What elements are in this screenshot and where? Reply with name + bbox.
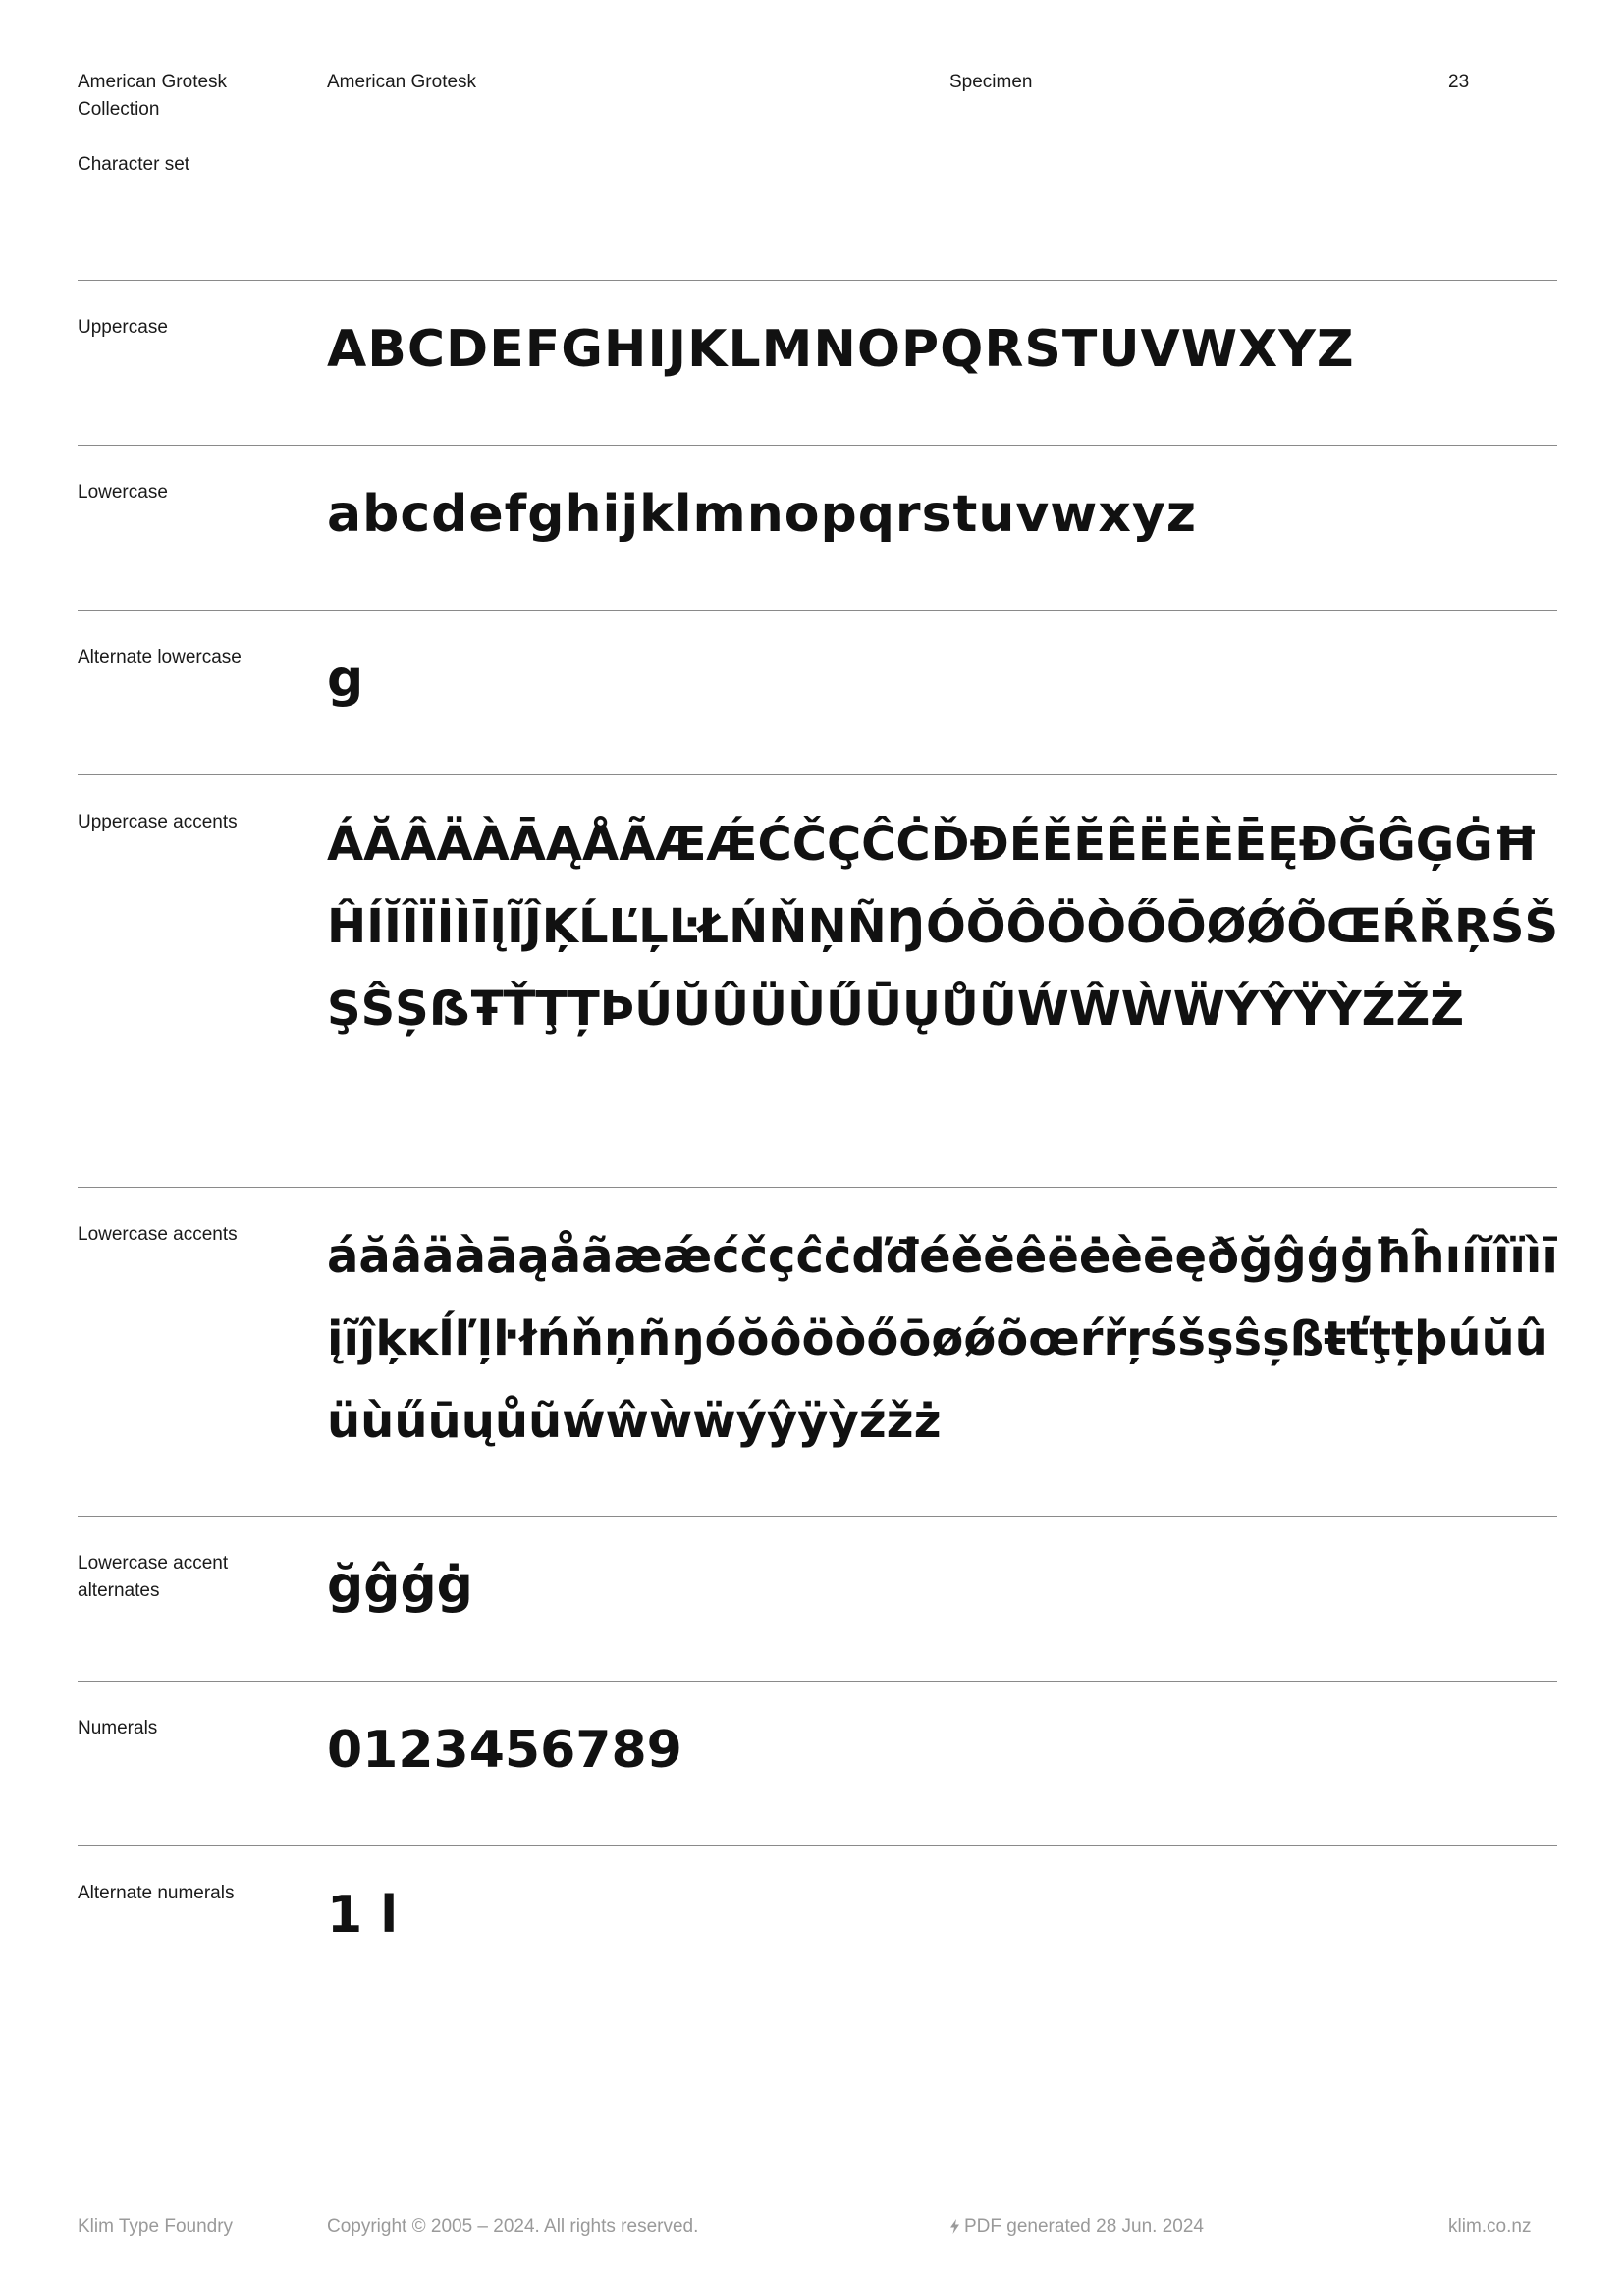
row-label: Uppercase accents — [78, 812, 238, 832]
glyph-sample: 0123456789 — [327, 1721, 682, 1780]
glyph-sample: ABCDEFGHIJKLMNOPQRSTUVWXYZ — [327, 320, 1355, 379]
row-label: Lowercase accent alternates — [78, 1553, 229, 1601]
collection-title: American Grotesk Collection — [78, 72, 228, 120]
row-label: Numerals — [78, 1718, 158, 1738]
lightning-bolt-icon — [949, 2214, 960, 2241]
glyph-sample: g — [327, 650, 364, 709]
document-type: Specimen — [949, 72, 1033, 92]
row-lowercase-accent-alternates: Lowercase accent alternates ğĝģġ — [78, 1516, 1557, 1682]
glyph-sample: abcdefghijklmnopqrstuvwxyz — [327, 485, 1198, 544]
row-label: Uppercase — [78, 317, 168, 338]
generated-note: PDF generated 28 Jun. 2024 — [949, 2214, 1204, 2241]
row-label: Alternate numerals — [78, 1883, 235, 1903]
section-title: Character set — [78, 154, 190, 175]
row-label: Lowercase — [78, 482, 168, 503]
family-name: American Grotesk — [327, 72, 477, 92]
row-alternate-lowercase: Alternate lowercase g — [78, 610, 1557, 775]
page-number: 23 — [1448, 72, 1470, 92]
glyph-sample: ğĝģġ — [327, 1556, 473, 1615]
generated-date: PDF generated 28 Jun. 2024 — [964, 2216, 1205, 2237]
row-numerals: Numerals 0123456789 — [78, 1681, 1557, 1846]
row-uppercase: Uppercase ABCDEFGHIJKLMNOPQRSTUVWXYZ — [78, 280, 1557, 446]
copyright-notice: Copyright © 2005 – 2024. All rights rese… — [327, 2216, 699, 2237]
row-alternate-numerals: Alternate numerals 1 l — [78, 1845, 1557, 2011]
row-uppercase-accents: Uppercase accents ÁĂÂÄÀĀĄÅÃÆǼĆČÇĈĊĎĐÉĚĔÊ… — [78, 774, 1558, 1188]
row-lowercase-accents: Lowercase accents áăâäàāąåãæǽćčçĉċďđéěĕê… — [78, 1187, 1558, 1517]
glyph-sample: ÁĂÂÄÀĀĄÅÃÆǼĆČÇĈĊĎĐÉĚĔÊËĖÈĒĘÐĞĜĢĠĦĤÍĬÎÏİÌ… — [327, 817, 1559, 1037]
row-label: Alternate lowercase — [78, 647, 242, 667]
foundry-name: Klim Type Foundry — [78, 2216, 234, 2237]
glyph-sample: 1 l — [327, 1886, 399, 1945]
row-lowercase: Lowercase abcdefghijklmnopqrstuvwxyz — [78, 445, 1557, 611]
site-link[interactable]: klim.co.nz — [1448, 2214, 1531, 2241]
glyph-sample: áăâäàāąåãæǽćčçĉċďđéěĕêëėèēęðğĝģġħĥıíĭîïì… — [327, 1229, 1558, 1449]
row-label: Lowercase accents — [78, 1224, 238, 1245]
